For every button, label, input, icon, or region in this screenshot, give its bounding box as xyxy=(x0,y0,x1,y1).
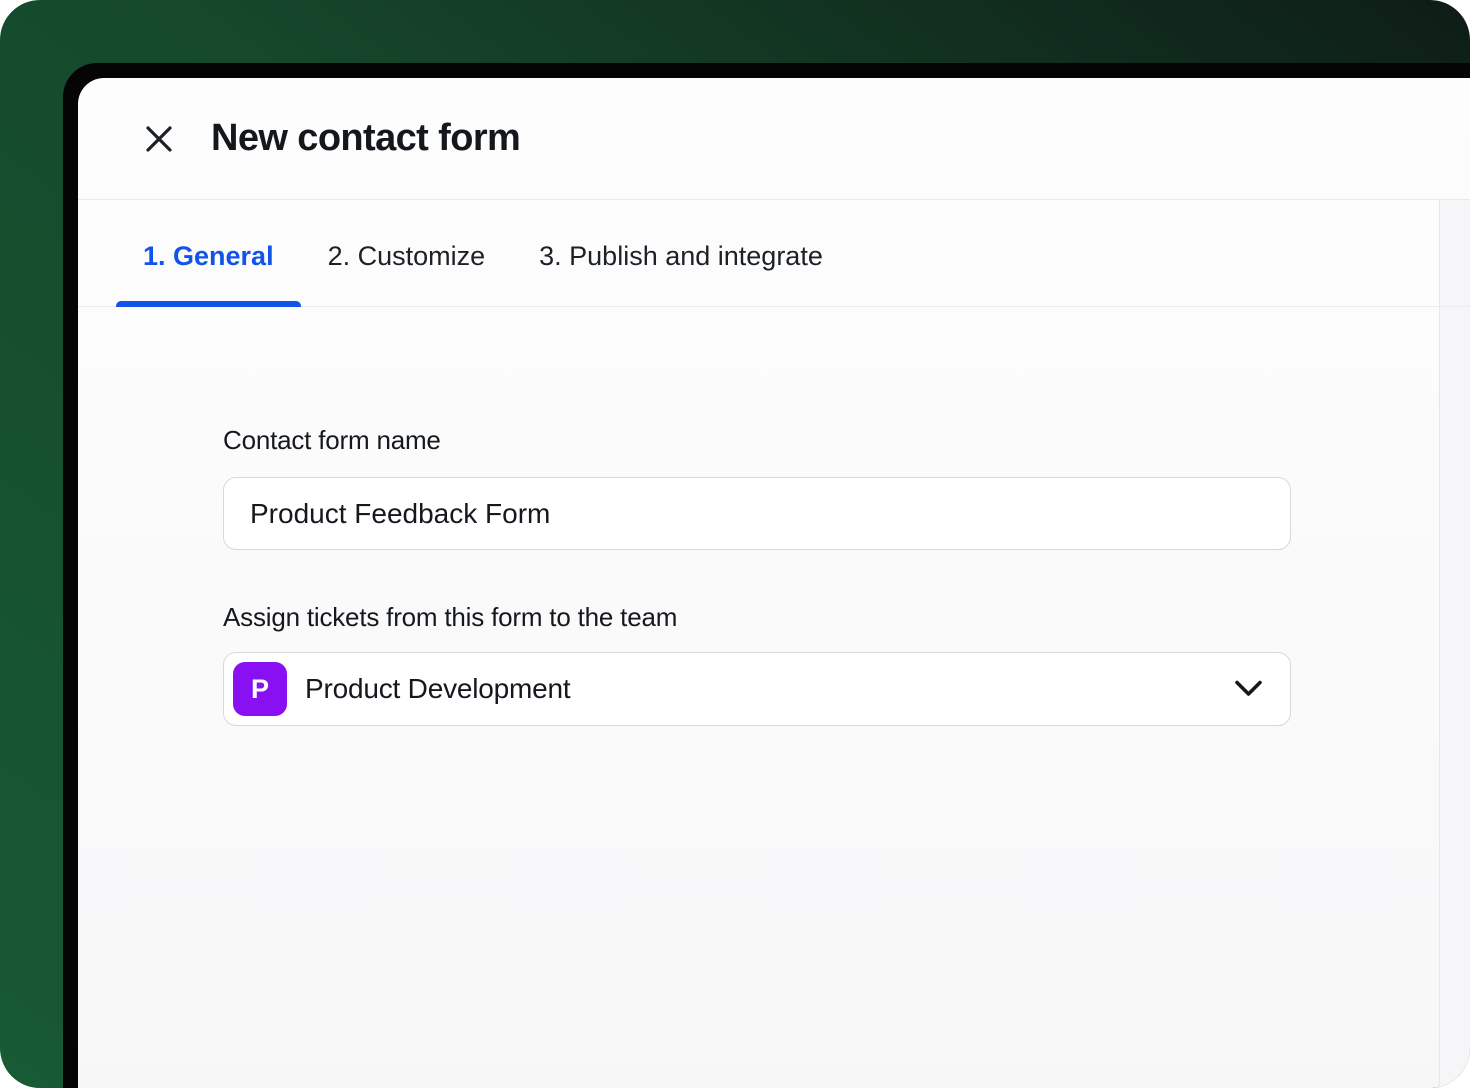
team-select-value: Product Development xyxy=(305,673,570,705)
team-avatar: P xyxy=(233,662,287,716)
tab-publish-and-integrate[interactable]: 3. Publish and integrate xyxy=(512,200,850,306)
app-background: New contact form 1. General 2. Customize… xyxy=(0,0,1470,1088)
team-select[interactable]: P Product Development xyxy=(223,652,1291,726)
chevron-down-icon xyxy=(1233,679,1264,699)
contact-form-name-input[interactable] xyxy=(223,477,1291,550)
modal-title: New contact form xyxy=(211,117,520,160)
tab-customize[interactable]: 2. Customize xyxy=(301,200,513,306)
side-panel-divider xyxy=(1439,200,1470,1088)
tab-general-label: 1. General xyxy=(143,241,274,272)
modal-panel: New contact form 1. General 2. Customize… xyxy=(78,78,1470,1088)
tab-publish-label: 3. Publish and integrate xyxy=(539,241,823,272)
new-contact-form-modal: New contact form 1. General 2. Customize… xyxy=(63,63,1470,1088)
modal-header: New contact form xyxy=(78,78,1470,200)
close-icon xyxy=(142,122,176,156)
tab-customize-label: 2. Customize xyxy=(328,241,486,272)
tab-bar: 1. General 2. Customize 3. Publish and i… xyxy=(78,200,1470,307)
tab-general[interactable]: 1. General xyxy=(116,200,301,306)
contact-form-name-label: Contact form name xyxy=(223,425,441,456)
assign-team-label: Assign tickets from this form to the tea… xyxy=(223,602,677,633)
tab-content-general: Contact form name Assign tickets from th… xyxy=(78,307,1391,1088)
close-button[interactable] xyxy=(137,117,181,161)
